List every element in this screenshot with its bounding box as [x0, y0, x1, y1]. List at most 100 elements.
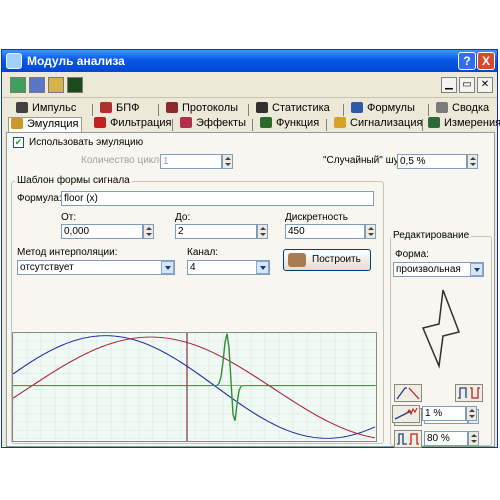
- tab-separator: [252, 119, 253, 131]
- tab-protocols[interactable]: Протоколы: [166, 102, 238, 118]
- toolbar: ▁ ▭ ✕: [2, 74, 497, 98]
- tab-separator: [158, 104, 159, 116]
- formula-input[interactable]: floor (x): [61, 191, 374, 206]
- percent-spinner-3[interactable]: [466, 406, 477, 421]
- cycles-spinner: [222, 154, 233, 169]
- tab-label: Формулы: [367, 102, 415, 114]
- tab-emulation[interactable]: Эмуляция: [8, 117, 82, 133]
- tab-label: Импульс: [32, 102, 77, 114]
- chevron-down-icon[interactable]: [256, 261, 269, 274]
- tab-summary[interactable]: Сводка: [436, 102, 489, 118]
- tab-separator: [172, 119, 173, 131]
- chart-icon[interactable]: [67, 77, 83, 93]
- tab-impulse[interactable]: Импульс: [16, 102, 76, 118]
- use-emulation-checkbox[interactable]: ✔: [13, 137, 24, 148]
- tab-label: Измерения: [444, 117, 500, 129]
- tab-separator: [92, 104, 93, 116]
- plot-grid: [13, 333, 376, 441]
- minimize-icon[interactable]: ▁: [441, 77, 457, 93]
- signal-template-legend: Шаблон формы сигнала: [15, 175, 132, 186]
- help-button[interactable]: ?: [458, 52, 476, 70]
- tab-label: Эффекты: [196, 117, 247, 129]
- tab-function[interactable]: Функция: [260, 117, 319, 133]
- tab-fft[interactable]: БПФ: [100, 102, 140, 118]
- waveform-plot: [12, 332, 377, 442]
- analysis-module-window: Модуль анализа ? X ▁ ▭ ✕ Импульс БПФ Про…: [1, 49, 500, 448]
- close-window-button[interactable]: X: [477, 52, 495, 70]
- duty-cycle-button[interactable]: [394, 430, 422, 448]
- invert-ramp-button[interactable]: [394, 384, 422, 402]
- protocols-icon: [166, 102, 178, 113]
- tab-separator: [428, 104, 429, 116]
- interpolation-select[interactable]: отсутствует: [17, 260, 175, 275]
- formulas-icon: [351, 102, 363, 113]
- emulation-icon: [11, 118, 23, 129]
- step-label: Дискретность: [285, 212, 348, 223]
- tab-label: Сигнализация: [350, 117, 423, 129]
- save-icon[interactable]: [10, 77, 26, 93]
- tab-statistics[interactable]: Статистика: [256, 102, 330, 118]
- tab-separator: [326, 119, 327, 131]
- from-spinner[interactable]: [143, 224, 154, 239]
- tab-measurements[interactable]: Измерения: [428, 117, 500, 133]
- percent-spinner-2[interactable]: [468, 431, 479, 446]
- noise-spinner[interactable]: [467, 154, 478, 169]
- effects-icon: [180, 117, 192, 128]
- tabs-row-2: Эмуляция Фильтрация Эффекты Функция Сигн…: [8, 117, 500, 133]
- shape-label: Форма:: [395, 249, 429, 260]
- tab-label: Протоколы: [182, 102, 239, 114]
- restore-icon[interactable]: ▭: [459, 77, 475, 93]
- tab-label: Статистика: [272, 102, 330, 114]
- tab-filtering[interactable]: Фильтрация: [94, 117, 171, 133]
- chevron-down-icon[interactable]: [161, 261, 174, 274]
- noise-input[interactable]: 0,5 %: [397, 154, 467, 169]
- build-button[interactable]: Построить: [283, 249, 371, 271]
- noise-shape-button[interactable]: [392, 405, 420, 423]
- tab-separator: [422, 119, 423, 131]
- plug-icon[interactable]: [48, 77, 64, 93]
- close-icon[interactable]: ✕: [477, 77, 493, 93]
- chevron-down-icon[interactable]: [470, 263, 483, 276]
- summary-icon: [436, 102, 448, 113]
- waveform-svg: [13, 333, 376, 441]
- to-label: До:: [175, 212, 191, 223]
- tab-separator: [248, 104, 249, 116]
- channel-label: Канал:: [187, 247, 219, 258]
- tab-formulas[interactable]: Формулы: [351, 102, 415, 118]
- tab-label: Функция: [276, 117, 320, 129]
- step-spinner[interactable]: [365, 224, 376, 239]
- emulation-panel: ✔ Использовать эмуляцию Количество цикло…: [6, 132, 495, 448]
- from-label: От:: [61, 212, 77, 223]
- use-emulation-label: Использовать эмуляцию: [29, 137, 144, 148]
- tabs-row-1: Импульс БПФ Протоколы Статистика Формулы…: [8, 102, 493, 118]
- fft-icon: [100, 102, 112, 113]
- invert-pulse-button[interactable]: [455, 384, 483, 402]
- measurements-icon: [428, 117, 440, 128]
- percent-input-3[interactable]: 1 %: [422, 406, 466, 421]
- step-input[interactable]: 450: [285, 224, 365, 239]
- book-icon[interactable]: [29, 77, 45, 93]
- build-button-label: Построить: [312, 254, 361, 265]
- tab-label: Фильтрация: [110, 117, 172, 129]
- statistics-icon: [256, 102, 268, 113]
- impulse-icon: [16, 102, 28, 113]
- to-input[interactable]: 2: [175, 224, 257, 239]
- cycles-label: Количество циклов: [81, 155, 171, 166]
- app-icon: [6, 53, 22, 69]
- filtering-icon: [94, 117, 106, 128]
- noise-label: "Случайный" шум: [323, 155, 406, 166]
- tab-effects[interactable]: Эффекты: [180, 117, 246, 133]
- shape-outline: [421, 289, 461, 369]
- from-input[interactable]: 0,000: [61, 224, 143, 239]
- to-spinner[interactable]: [257, 224, 268, 239]
- percent-input-2[interactable]: 80 %: [424, 431, 468, 446]
- build-icon: [288, 253, 306, 267]
- cycles-input: 1: [160, 154, 222, 169]
- tab-signaling[interactable]: Сигнализация: [334, 117, 422, 133]
- function-icon: [260, 117, 272, 128]
- formula-label: Формула:: [17, 193, 62, 204]
- editing-legend: Редактирование: [391, 230, 472, 241]
- signaling-icon: [334, 117, 346, 128]
- tab-label: БПФ: [116, 102, 140, 114]
- interpolation-label: Метод интерполяции:: [17, 247, 118, 258]
